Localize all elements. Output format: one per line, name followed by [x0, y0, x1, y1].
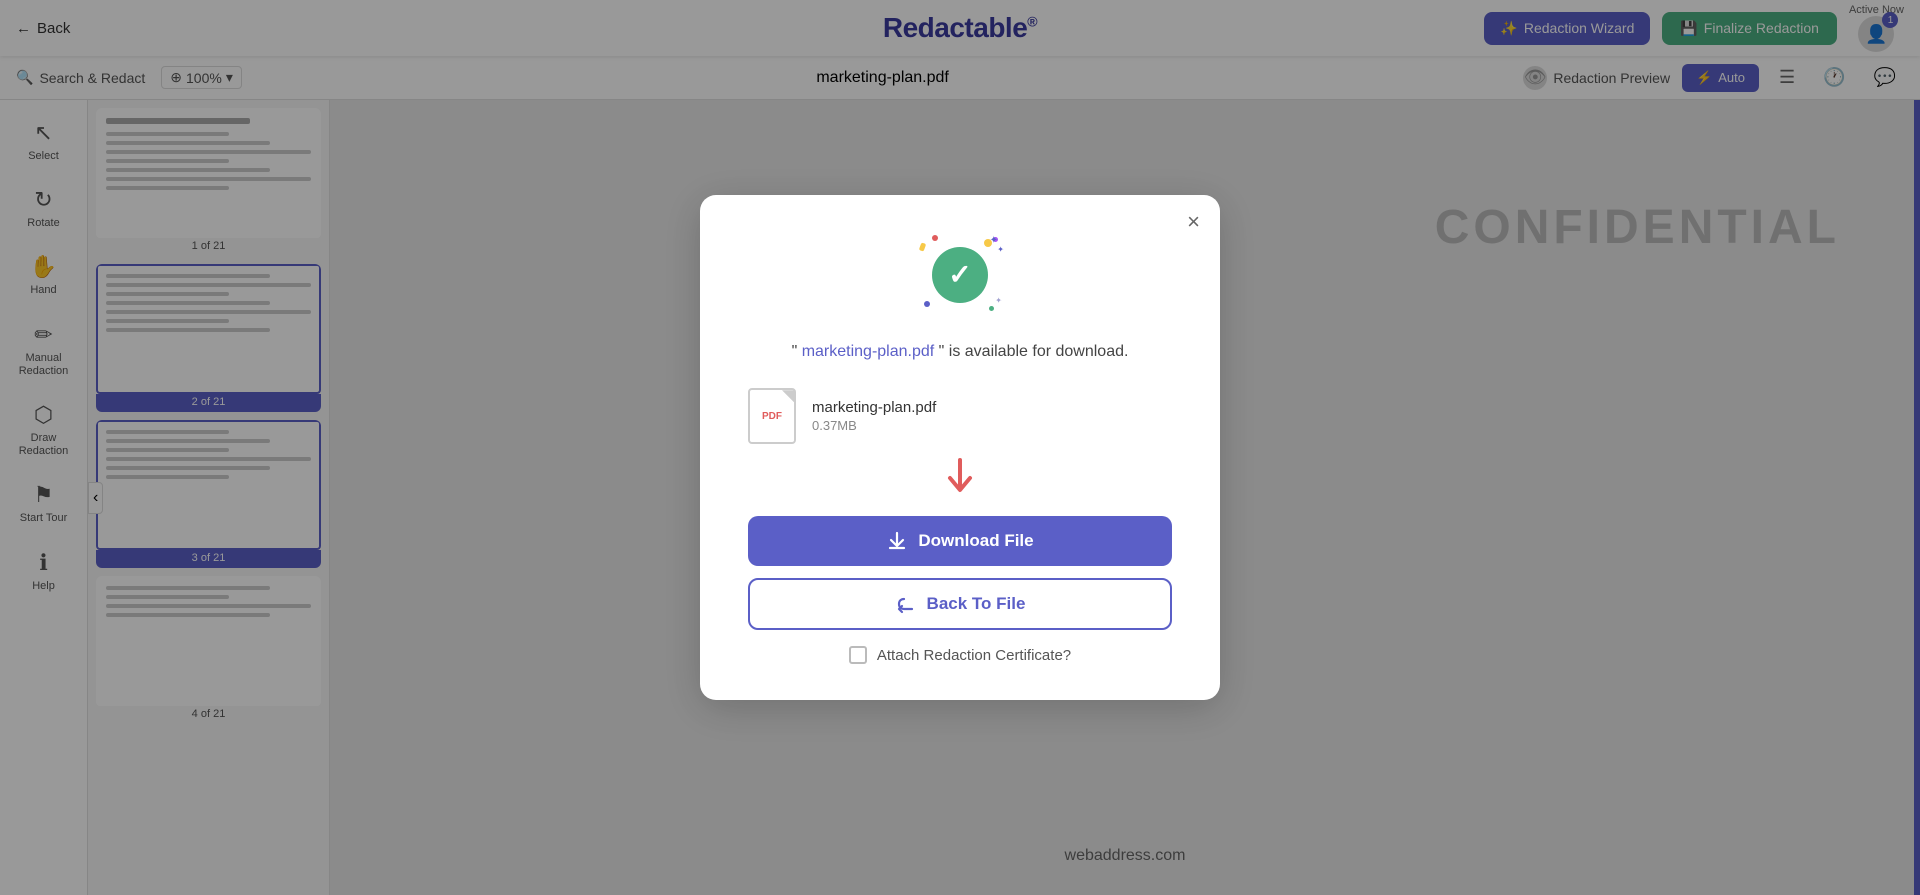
modal-overlay: × ✦ ✦ ✦ ✓ " marketing-plan.pdf " is avai…: [0, 0, 1920, 895]
subtitle-pre: ": [792, 343, 802, 360]
back-to-file-label: Back To File: [927, 594, 1026, 614]
download-label: Download File: [918, 531, 1033, 551]
back-to-file-button[interactable]: Back To File: [748, 578, 1172, 630]
confetti-5: [919, 242, 926, 251]
star-icon-3: ✦: [995, 296, 1002, 305]
download-modal: × ✦ ✦ ✦ ✓ " marketing-plan.pdf " is avai…: [700, 195, 1220, 701]
certificate-row: Attach Redaction Certificate?: [849, 646, 1071, 664]
file-info-row: PDF marketing-plan.pdf 0.37MB: [748, 388, 1172, 444]
back-arrow-curved-icon: [895, 593, 917, 615]
filename-link[interactable]: marketing-plan.pdf: [802, 343, 935, 360]
attach-certificate-label[interactable]: Attach Redaction Certificate?: [877, 647, 1071, 664]
download-file-button[interactable]: Download File: [748, 516, 1172, 566]
modal-subtitle: " marketing-plan.pdf " is available for …: [792, 339, 1129, 365]
attach-certificate-checkbox[interactable]: [849, 646, 867, 664]
star-icon-2: ✦: [997, 245, 1004, 254]
success-check-circle: ✓: [932, 247, 988, 303]
confetti-2: [932, 235, 938, 241]
file-name-text: marketing-plan.pdf: [812, 399, 936, 416]
pdf-file-icon: PDF: [748, 388, 796, 444]
modal-close-button[interactable]: ×: [1187, 211, 1200, 233]
confetti-4: [989, 306, 994, 311]
file-details: marketing-plan.pdf 0.37MB: [812, 399, 936, 433]
celebration-icon-area: ✦ ✦ ✦ ✓: [920, 235, 1000, 315]
download-icon: [886, 530, 908, 552]
check-icon: ✓: [948, 258, 971, 291]
arrow-down-icon: [748, 456, 1172, 496]
file-size-text: 0.37MB: [812, 418, 936, 433]
subtitle-post: " is available for download.: [934, 343, 1128, 360]
confetti-3: [924, 301, 930, 307]
